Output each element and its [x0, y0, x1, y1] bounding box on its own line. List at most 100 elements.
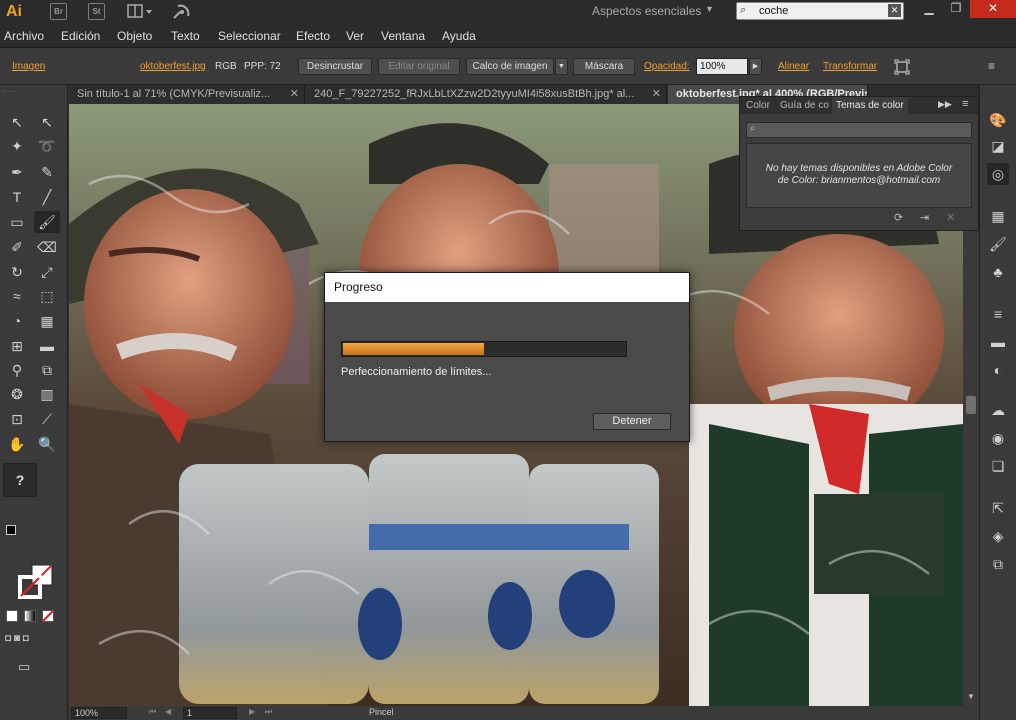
selection-tool-icon[interactable]: ↖ [4, 111, 30, 133]
stock-button[interactable]: St [88, 3, 105, 20]
bridge-button[interactable]: Br [50, 3, 67, 20]
menu-objeto[interactable]: Objeto [117, 29, 152, 43]
tab-color-guide[interactable]: Guía de co [776, 97, 833, 114]
warp-tool-icon[interactable]: ≈ [4, 285, 30, 307]
appearance-icon[interactable]: ◉ [987, 427, 1009, 449]
object-type-link[interactable]: Imagen [12, 61, 45, 72]
rectangle-tool-icon[interactable]: ▭ [4, 211, 30, 233]
trace-preset-chevron-icon[interactable]: ▼ [555, 58, 568, 75]
search-field[interactable]: ⌕ ✕ [736, 2, 904, 20]
hand-tool-icon[interactable]: ✋ [4, 433, 30, 455]
control-menu-icon[interactable]: ≡ [988, 59, 995, 73]
menu-ayuda[interactable]: Ayuda [442, 29, 476, 43]
clear-icon[interactable]: ✕ [888, 4, 901, 17]
artboard-select[interactable]: 1 [183, 707, 237, 719]
menu-archivo[interactable]: Archivo [4, 29, 44, 43]
help-icon[interactable]: ? [3, 463, 37, 497]
type-tool-icon[interactable]: T [4, 186, 30, 208]
gpu-performance-button[interactable] [170, 2, 192, 22]
default-colors-icon[interactable] [6, 525, 16, 535]
first-artboard-icon[interactable]: ⏮ [149, 707, 156, 717]
eyedropper-tool-icon[interactable]: ⚲ [4, 359, 30, 381]
menu-seleccionar[interactable]: Seleccionar [218, 29, 281, 43]
expand-panel-icon[interactable]: ▶▶ [938, 99, 952, 110]
close-icon[interactable]: ✕ [290, 85, 299, 104]
color-guide-icon[interactable]: ◪ [987, 135, 1009, 157]
maximize-button[interactable]: ❐ [943, 0, 969, 18]
artboards-icon[interactable]: ⧉ [987, 553, 1009, 575]
color-themes-icon[interactable]: ◎ [987, 163, 1009, 185]
workspace-switcher[interactable]: Aspectos esenciales [592, 4, 701, 18]
scale-tool-icon[interactable]: ⤢ [34, 261, 60, 283]
image-trace-button[interactable]: Calco de imagen [466, 58, 554, 75]
line-tool-icon[interactable]: ╱ [34, 186, 60, 208]
graphic-styles-icon[interactable]: ❏ [987, 455, 1009, 477]
tab-color-themes[interactable]: Temas de color [832, 97, 908, 114]
fill-stroke-swatches[interactable] [18, 563, 54, 599]
panel-menu-icon[interactable]: ≡ [962, 98, 968, 110]
layers-icon[interactable]: ◈ [987, 525, 1009, 547]
menu-ventana[interactable]: Ventana [381, 29, 425, 43]
mesh-tool-icon[interactable]: ⊞ [4, 335, 30, 357]
close-button[interactable]: ✕ [970, 0, 1016, 18]
arrange-documents-button[interactable] [126, 3, 154, 20]
pen-tool-icon[interactable]: ✒ [4, 161, 30, 183]
add-to-swatches-icon[interactable]: ⇥ [920, 211, 929, 224]
menu-efecto[interactable]: Efecto [296, 29, 330, 43]
unembed-button[interactable]: Desincrustar [298, 58, 372, 75]
color-mode-icon[interactable] [6, 610, 18, 622]
rotate-tool-icon[interactable]: ↻ [4, 261, 30, 283]
tab-240f[interactable]: 240_F_79227252_fRJxLbLtXZzw2D2tyyuMI4i58… [306, 85, 667, 104]
chevron-down-icon[interactable]: ▼ [705, 4, 714, 14]
edit-original-button[interactable]: Editar original [378, 58, 460, 75]
filename-link[interactable]: oktoberfest.jpg [140, 61, 206, 72]
direct-selection-tool-icon[interactable]: ↖ [34, 111, 60, 133]
palette-icon[interactable]: 🎨 [987, 109, 1009, 131]
zoom-select[interactable]: 100% [71, 707, 127, 719]
symbol-sprayer-tool-icon[interactable]: ❂ [4, 383, 30, 405]
search-input[interactable] [759, 4, 879, 18]
transform-link[interactable]: Transformar [823, 61, 877, 72]
next-artboard-icon[interactable]: ▶ [249, 707, 255, 716]
artboard-tool-icon[interactable]: ⊡ [4, 408, 30, 430]
gradient-icon[interactable]: ▬ [987, 331, 1009, 353]
scroll-down-icon[interactable]: ▼ [967, 692, 975, 701]
mask-button[interactable]: Máscara [573, 58, 635, 75]
stop-button[interactable]: Detener [593, 413, 671, 430]
drawing-modes-icon[interactable]: ◘ ◙ ◘ [5, 633, 59, 649]
tab-color[interactable]: Color [742, 97, 774, 114]
curvature-tool-icon[interactable]: ✎ [34, 161, 60, 183]
stroke-icon[interactable]: ≡ [987, 303, 1009, 325]
column-graph-tool-icon[interactable]: ▥ [34, 383, 60, 405]
zoom-tool-icon[interactable]: 🔍 [34, 433, 60, 455]
refresh-icon[interactable]: ⟳ [894, 211, 903, 224]
gradient-tool-icon[interactable]: ▬ [34, 335, 60, 357]
menu-ver[interactable]: Ver [346, 29, 364, 43]
free-transform-tool-icon[interactable]: ⬚ [34, 285, 60, 307]
menu-edicion[interactable]: Edición [61, 29, 100, 43]
minimize-button[interactable]: ▁ [916, 0, 942, 18]
blend-tool-icon[interactable]: ⧉ [34, 359, 60, 381]
gradient-mode-icon[interactable] [24, 610, 36, 622]
eraser-tool-icon[interactable]: ⌫ [34, 236, 60, 258]
menu-texto[interactable]: Texto [171, 29, 200, 43]
delete-icon[interactable]: ✕ [946, 211, 955, 224]
paintbrush-tool-icon[interactable]: 🖌 [34, 211, 60, 233]
transparency-icon[interactable]: ◐ [987, 359, 1009, 381]
last-artboard-icon[interactable]: ⏭ [265, 707, 272, 717]
shaper-tool-icon[interactable]: ✐ [4, 236, 30, 258]
creative-cloud-icon[interactable]: ☁ [987, 399, 1009, 421]
lasso-tool-icon[interactable]: ➰ [34, 135, 60, 157]
align-link[interactable]: Alinear [778, 61, 809, 72]
screen-mode-icon[interactable]: ▭ [18, 659, 40, 675]
magic-wand-tool-icon[interactable]: ✦ [4, 135, 30, 157]
close-icon[interactable]: ✕ [652, 85, 661, 104]
themes-search-input[interactable]: ⌕ [746, 122, 972, 138]
panel-grip[interactable]: ····· [2, 87, 66, 96]
export-icon[interactable]: ⇱ [987, 497, 1009, 519]
previous-artboard-icon[interactable]: ◀ [165, 707, 171, 716]
scroll-thumb[interactable] [966, 396, 976, 414]
brushes-icon[interactable]: 🖌 [987, 233, 1009, 255]
swatches-icon[interactable]: ▦ [987, 205, 1009, 227]
opacity-link[interactable]: Opacidad: [644, 61, 690, 72]
